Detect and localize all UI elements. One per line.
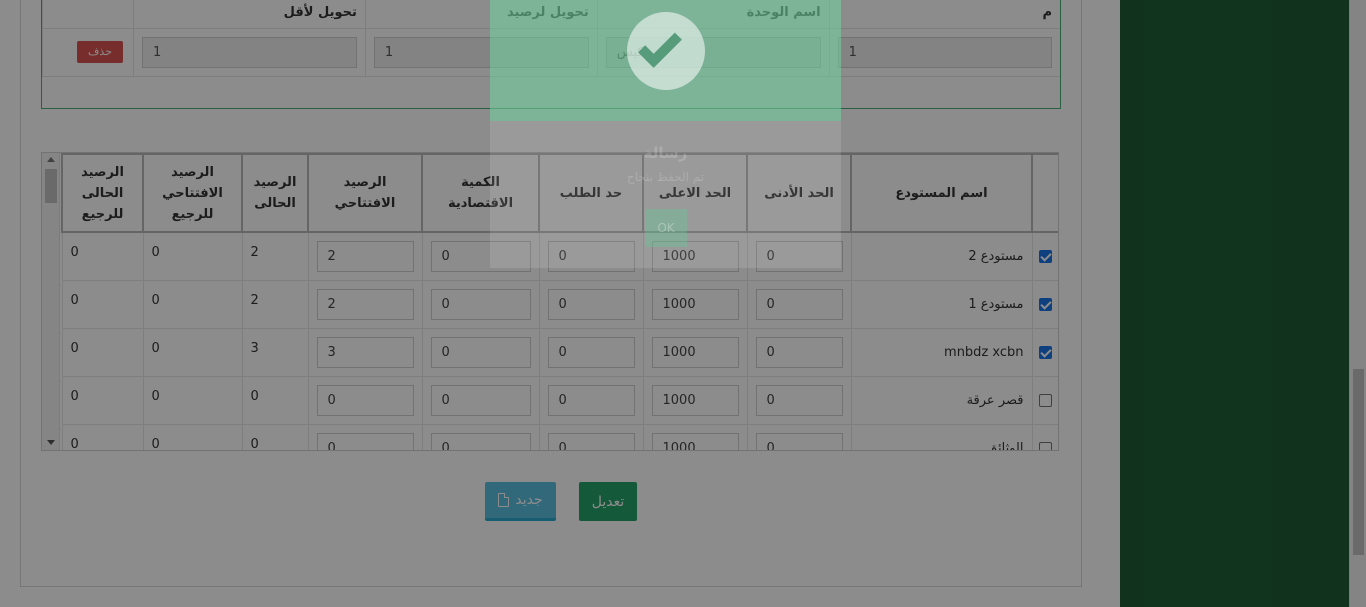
dialog-header [490,0,841,121]
dialog-message: تم الحفظ بنجاح [626,170,705,184]
success-dialog: رسالة تم الحفظ بنجاح OK [490,0,841,268]
success-check-icon [627,12,705,90]
dialog-title: رسالة [643,144,688,162]
dialog-ok-button[interactable]: OK [645,209,687,247]
